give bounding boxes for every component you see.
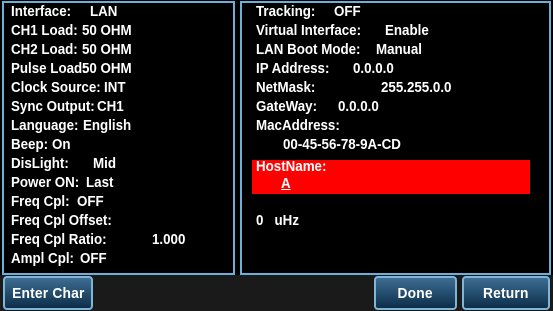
pulse-load-value: 50 OHM [82,61,132,77]
ch1-load-value: 50 OHM [82,23,132,39]
done-label: Done [397,284,434,302]
dislight-value: Mid [93,156,116,172]
freq-cpl-value: OFF [77,194,104,210]
ch2-load-value: 50 OHM [82,42,132,58]
dislight-label: DisLight: [11,156,69,172]
pulse-load-label: Pulse Load: [11,61,87,77]
ch1-load-label: CH1 Load: [11,23,78,39]
sync-output-label: Sync Output: [11,99,95,115]
virtual-interface-label: Virtual Interface: [256,23,362,39]
ip-address-label: IP Address: [256,61,330,77]
ip-address-value[interactable]: 0.0.0.0 [353,61,394,78]
instrument-screen: Interface: LAN CH1 Load: 50 OHM CH2 Load… [0,0,553,311]
ch2-load-label: CH2 Load: [11,42,78,58]
done-button[interactable]: Done [374,276,457,310]
freq-cpl-offset-label: Freq Cpl Offset: [11,213,112,229]
enter-char-label: Enter Char [11,284,85,302]
freq-cpl-ratio-value: 1.000 [152,232,186,248]
gateway-value[interactable]: 0.0.0.0 [338,99,379,116]
enter-char-button[interactable]: Enter Char [3,276,93,310]
power-on-value: Last [86,175,114,191]
beep-value: On [52,137,71,153]
freq-cpl-offset-value: 0 uHz [256,213,299,229]
hostname-label: HostName: [256,159,327,175]
return-label: Return [483,284,529,302]
sync-output-value: CH1 [97,99,124,115]
virtual-interface-value: Enable [385,23,429,39]
ampl-cpl-label: Ampl Cpl: [11,251,74,267]
mac-address-value: 00-45-56-78-9A-CD [283,137,401,153]
lan-boot-mode-label: LAN Boot Mode: [256,42,361,58]
netmask-value[interactable]: 255.255.0.0 [381,80,451,97]
language-label: Language: [11,118,79,134]
netmask-label: NetMask: [256,80,316,96]
gateway-label: GateWay: [256,99,318,115]
freq-cpl-label: Freq Cpl: [11,194,70,210]
interface-value: LAN [90,4,118,20]
interface-label: Interface: [11,4,72,20]
mac-address-label: MacAddress: [256,118,340,134]
language-value: English [83,118,132,134]
ampl-cpl-value: OFF [80,251,107,267]
clock-source-label: Clock Source: [11,80,101,96]
return-button[interactable]: Return [462,276,550,310]
hostname-value[interactable]: A [281,176,291,193]
power-on-label: Power ON: [11,175,80,191]
tracking-value: OFF [334,4,361,20]
freq-cpl-ratio-label: Freq Cpl Ratio: [11,232,107,248]
beep-label: Beep: [11,137,49,153]
clock-source-value: INT [104,80,126,96]
lan-boot-mode-value: Manual [376,42,422,58]
tracking-label: Tracking: [256,4,316,20]
